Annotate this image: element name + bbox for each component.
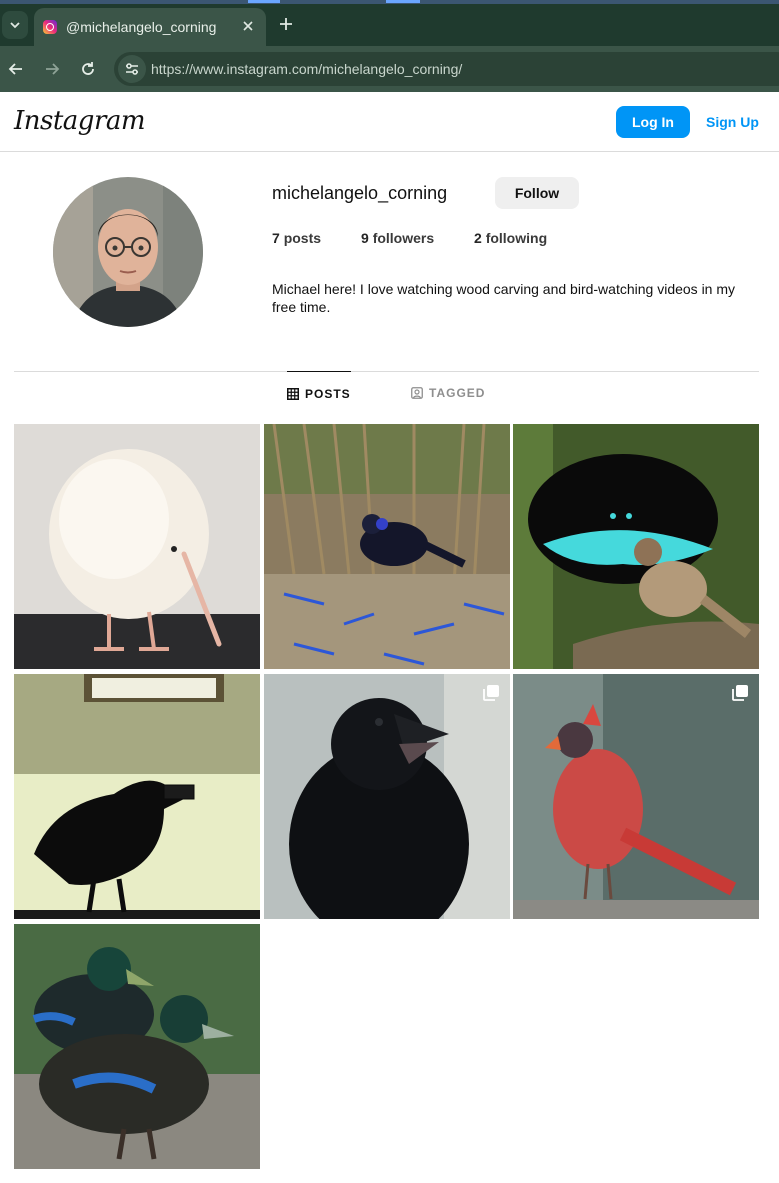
url-host: https://www.instagram.com/: [151, 61, 323, 77]
posts-stat: 7 posts: [272, 230, 321, 246]
post-tile-crow-silhouette[interactable]: [14, 674, 260, 919]
profile-username: michelangelo_corning: [272, 183, 448, 203]
follow-button[interactable]: Follow: [495, 177, 579, 209]
tab-posts[interactable]: POSTS: [287, 371, 351, 411]
instagram-header: Instagram Log In Sign Up: [0, 92, 779, 152]
posts-count: 7: [272, 230, 280, 246]
arrow-right-icon: [46, 63, 60, 75]
tab-tagged-label: TAGGED: [429, 386, 486, 400]
following-label: following: [485, 230, 548, 246]
following-stat[interactable]: 2 following: [474, 230, 547, 246]
instagram-favicon-icon: [43, 20, 57, 34]
browser-tab-strip: @michelangelo_corning: [0, 0, 779, 46]
tab-title: @michelangelo_corning: [66, 19, 217, 35]
tab-list-button[interactable]: [2, 11, 28, 39]
profile-avatar[interactable]: [53, 177, 203, 327]
browser-tab[interactable]: @michelangelo_corning: [34, 8, 266, 46]
profile-bio: Michael here! I love watching wood carvi…: [272, 281, 736, 315]
close-icon[interactable]: [239, 17, 257, 35]
window-accent: [386, 0, 420, 3]
post-tile-bowerbird[interactable]: [264, 424, 510, 669]
signup-link[interactable]: Sign Up: [706, 114, 759, 130]
instagram-logo[interactable]: Instagram: [14, 106, 146, 136]
arrow-left-icon: [8, 63, 22, 75]
url-path: michelangelo_corning/: [322, 61, 463, 77]
carousel-icon: [732, 685, 748, 701]
following-count: 2: [474, 230, 482, 246]
post-tile-white-kiwi[interactable]: [14, 424, 260, 669]
post-tile-bird-of-paradise[interactable]: [513, 424, 759, 669]
tab-posts-label: POSTS: [305, 386, 351, 401]
tune-icon: [126, 63, 138, 75]
carousel-icon: [483, 685, 499, 701]
grid-icon: [287, 387, 299, 400]
tagged-icon: [411, 387, 423, 399]
followers-count: 9: [361, 230, 369, 246]
window-accent: [248, 0, 280, 3]
followers-stat[interactable]: 9 followers: [361, 230, 434, 246]
chevron-down-icon: [10, 22, 20, 29]
post-tile-raven[interactable]: [264, 674, 510, 919]
reload-button[interactable]: [76, 57, 100, 81]
site-info-button[interactable]: [118, 55, 146, 83]
plus-icon: [280, 18, 292, 30]
followers-label: followers: [372, 230, 435, 246]
post-tile-black-ducks[interactable]: [14, 924, 260, 1169]
reload-icon: [82, 62, 94, 75]
login-button[interactable]: Log In: [616, 106, 690, 138]
back-button[interactable]: [4, 57, 28, 81]
browser-toolbar: https://www.instagram.com/michelangelo_c…: [0, 46, 779, 92]
posts-label: posts: [283, 230, 322, 246]
profile-divider: [14, 371, 759, 372]
post-tile-cardinal[interactable]: [513, 674, 759, 919]
address-bar[interactable]: https://www.instagram.com/michelangelo_c…: [114, 52, 779, 86]
new-tab-button[interactable]: [276, 14, 296, 34]
url-text: https://www.instagram.com/michelangelo_c…: [151, 61, 462, 77]
forward-button[interactable]: [40, 57, 64, 81]
tab-tagged[interactable]: TAGGED: [411, 371, 491, 411]
